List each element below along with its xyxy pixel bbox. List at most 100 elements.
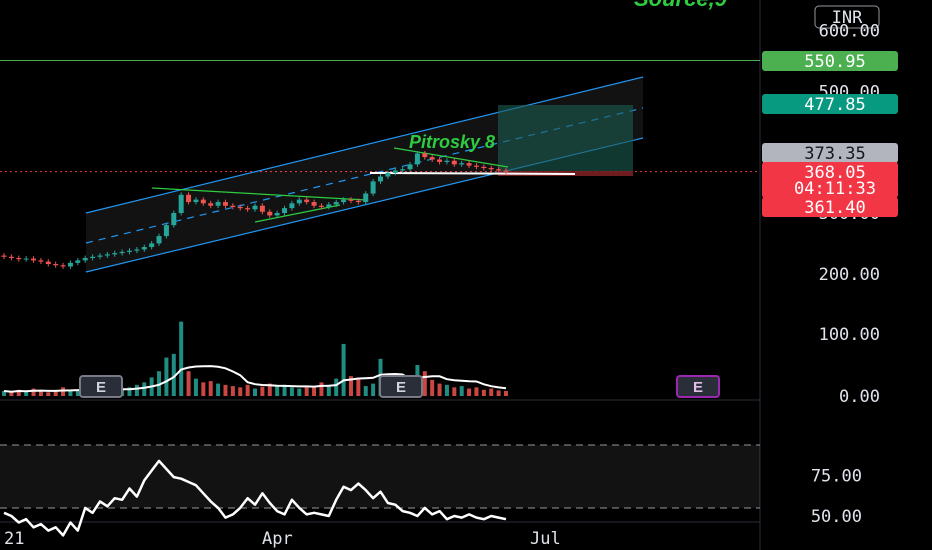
candle-body [378, 176, 383, 182]
volume-bar [223, 384, 228, 396]
candle-body [289, 203, 295, 209]
candle-body [171, 213, 177, 226]
earnings-markers[interactable]: EEE [79, 375, 720, 398]
price-tick-label: 200.00 [819, 265, 880, 285]
candle-body [163, 225, 169, 237]
earnings-marker[interactable]: E [79, 375, 123, 398]
candle-body [488, 168, 494, 170]
earnings-marker[interactable]: E [676, 375, 720, 398]
volume-axis[interactable]: 100.00 0.00 [819, 325, 880, 407]
candle-body [496, 169, 502, 171]
price-badge-label: 477.85 [804, 95, 865, 115]
candle-body [400, 169, 406, 171]
candle-body [481, 166, 487, 169]
candle-body [38, 260, 44, 262]
candle-body [429, 157, 435, 160]
candle-body [75, 260, 81, 263]
candle-body [341, 199, 347, 203]
candle-body [186, 194, 192, 203]
earnings-marker[interactable]: E [379, 375, 423, 398]
candle-body [259, 205, 265, 212]
volume-bar [371, 383, 376, 396]
volume-bar [467, 388, 472, 396]
time-tick-label: Apr [262, 529, 293, 549]
candle-body [444, 160, 450, 162]
candle-body [1, 255, 7, 257]
candle-body [296, 199, 302, 204]
candle-body [112, 253, 118, 255]
candle-body [407, 164, 413, 170]
price-badge-label: 361.40 [804, 198, 865, 218]
volume-bar [208, 381, 213, 396]
candle-body [252, 205, 258, 210]
candle-body [67, 262, 73, 267]
candle-body [363, 193, 369, 203]
volume-layer [2, 321, 508, 396]
volume-bar [481, 389, 486, 396]
candle-body [348, 199, 354, 201]
volume-tick-label: 100.00 [819, 325, 880, 345]
volume-bar [253, 388, 257, 396]
volume-bar [164, 357, 169, 396]
rsi-tick-label: 50.00 [811, 507, 862, 527]
candle-body [355, 200, 361, 203]
candle-body [451, 160, 457, 165]
volume-bar [230, 386, 235, 396]
candle-body [245, 208, 251, 210]
rsi-axis[interactable]: 75.0050.0025.00 [811, 467, 862, 550]
price-tick-label: 600.00 [819, 22, 880, 42]
price-badge-label: 373.35 [804, 144, 865, 164]
candle-body [304, 199, 310, 203]
candle-body [333, 202, 339, 205]
volume-bar [422, 371, 427, 396]
volume-bar [430, 379, 435, 396]
volume-bar [134, 384, 139, 396]
time-tick-label: 21 [4, 529, 24, 549]
candle-body [274, 213, 280, 216]
candle-body [459, 163, 465, 165]
candle-body [437, 159, 443, 162]
volume-tick-label: 0.00 [839, 387, 880, 407]
volume-bar [61, 387, 66, 396]
earnings-marker-label: E [96, 379, 106, 396]
volume-bar [260, 386, 265, 396]
earnings-marker-label: E [396, 379, 406, 396]
volume-bar [186, 371, 191, 396]
volume-bar [437, 383, 442, 396]
volume-bar [489, 388, 494, 396]
candle-body [97, 255, 103, 257]
entry-line[interactable] [369, 172, 576, 175]
candle-body [104, 254, 110, 256]
candle-body [208, 203, 214, 206]
volume-bar [356, 378, 361, 396]
volume-bar [304, 387, 309, 396]
candle-body [119, 251, 125, 254]
candle-body [215, 202, 221, 206]
candle-body [53, 264, 59, 266]
candle-body [422, 153, 428, 158]
candle-body [31, 258, 37, 261]
price-badge-label: 550.95 [804, 52, 865, 72]
candle-body [385, 172, 391, 177]
pattern-label: Pitrosky 8 [409, 132, 495, 152]
volume-bar [179, 321, 184, 396]
candle-body [156, 236, 162, 244]
candle-body [503, 170, 509, 172]
volume-bar [24, 391, 29, 396]
time-axis[interactable]: 21 Apr Jul [4, 529, 561, 549]
volume-bar [452, 387, 457, 396]
target-zone-box[interactable] [498, 105, 633, 171]
candle-body [318, 205, 324, 207]
candle-body [326, 204, 332, 207]
candle-body [8, 256, 14, 258]
candle-body [82, 257, 88, 261]
candle-body [237, 206, 243, 209]
volume-bar [363, 386, 368, 396]
trading-chart[interactable]: Source,9 INR 600.00500.00400.00300.00200… [0, 0, 932, 550]
candle-body [200, 199, 206, 204]
volume-bar [319, 382, 324, 396]
candle-body [90, 256, 96, 258]
candle-body [222, 202, 228, 206]
drawings-layer[interactable] [0, 60, 760, 509]
candle-body [141, 247, 147, 250]
